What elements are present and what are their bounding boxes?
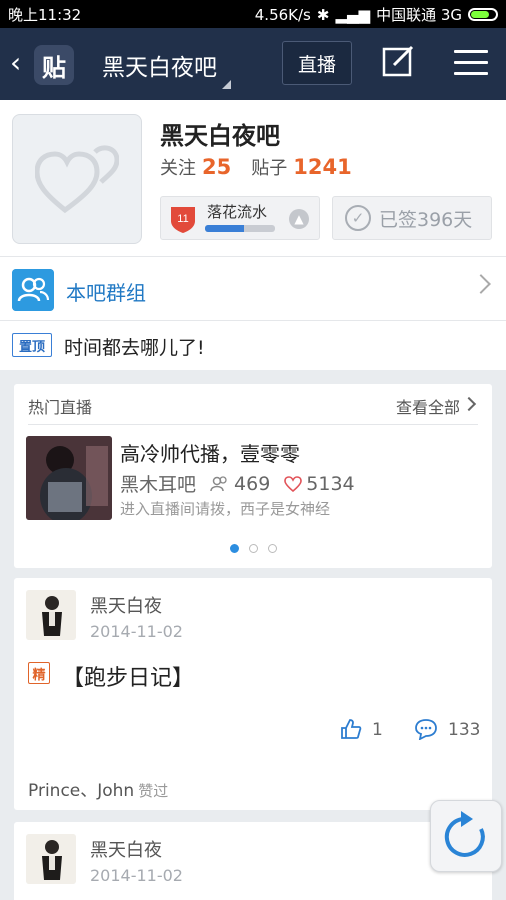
heart-placeholder-icon	[35, 145, 119, 214]
forum-group-row[interactable]: 本吧群组	[0, 256, 506, 320]
live-thumbnail[interactable]	[26, 436, 112, 520]
thumbs-up-icon[interactable]	[340, 718, 362, 740]
carousel-dot[interactable]	[230, 544, 239, 553]
network-speed: 4.56K/s	[254, 5, 311, 24]
likes: 5134	[284, 472, 355, 495]
posts-count: 1241	[293, 155, 352, 179]
liker-names[interactable]: Prince、John	[28, 781, 134, 801]
page-title[interactable]: 黑天白夜吧	[102, 48, 217, 82]
viewers: 469	[210, 473, 270, 495]
live-button[interactable]: 直播	[282, 41, 352, 85]
viewer-count: 469	[234, 472, 271, 495]
view-all-link[interactable]: 查看全部	[396, 394, 460, 418]
post-reply-count: 133	[448, 720, 481, 740]
carrier-name: 中国联通 3G	[376, 6, 462, 24]
sign-in-button[interactable]: ✓ 已签396天	[332, 196, 492, 240]
posts-label: 贴子	[251, 158, 288, 179]
chevron-right-icon	[471, 274, 491, 294]
tieba-logo-icon[interactable]: 贴	[34, 45, 74, 85]
follow-count: 25	[202, 155, 232, 179]
like-count: 5134	[306, 472, 355, 495]
live-description: 进入直播间请拨，西子是女神经	[120, 500, 331, 518]
post-author[interactable]: 黑天白夜	[90, 836, 162, 862]
level-progress-fill	[205, 225, 244, 232]
level-progress-bar	[205, 225, 275, 232]
check-icon: ✓	[345, 205, 371, 231]
chevron-right-icon	[461, 396, 477, 412]
back-icon[interactable]: ‹	[10, 46, 21, 79]
user-avatar[interactable]	[26, 590, 76, 640]
viewers-icon	[210, 475, 227, 491]
carousel-dot[interactable]	[249, 544, 258, 553]
hot-live-heading: 热门直播	[28, 398, 93, 417]
bluetooth-icon: ✱	[316, 5, 330, 24]
forum-name: 黑天白夜吧	[160, 122, 280, 150]
dropdown-corner-icon	[222, 80, 231, 89]
forum-header: 黑天白夜吧 关注 25 贴子 1241 11 落花流水 ▲ ✓ 已签396天	[0, 100, 506, 256]
forum-stats: 关注 25 贴子 1241	[160, 154, 372, 180]
carousel-dot[interactable]	[268, 544, 277, 553]
level-number: 11	[177, 213, 188, 225]
group-label: 本吧群组	[66, 281, 146, 305]
level-name: 落花流水	[207, 203, 268, 221]
pinned-post[interactable]: 置顶 时间都去哪儿了!	[0, 320, 506, 370]
divider	[28, 424, 478, 425]
live-bar-name: 黑木耳吧	[120, 474, 197, 496]
follow-label: 关注	[160, 158, 196, 179]
level-shield-icon: 11	[171, 207, 195, 233]
user-avatar[interactable]	[26, 834, 76, 884]
live-title[interactable]: 高冷帅代播，壹零零	[120, 438, 300, 467]
post-author[interactable]: 黑天白夜	[90, 592, 162, 618]
status-time: 晚上11:32	[8, 6, 82, 24]
battery-icon	[468, 8, 498, 21]
menu-icon[interactable]	[454, 50, 488, 76]
signed-days: 已签396天	[379, 208, 473, 231]
status-right: 4.56K/s ✱ ▂▄▆ 中国联通 3G	[255, 4, 498, 25]
signal-icon: ▂▄▆	[335, 5, 371, 24]
pinned-title: 时间都去哪儿了!	[64, 337, 205, 359]
member-level[interactable]: 11 落花流水 ▲	[160, 196, 320, 240]
title-bar: ‹ 贴 黑天白夜吧 直播	[0, 28, 506, 100]
post-date: 2014-11-02	[90, 866, 183, 885]
refresh-icon	[444, 811, 485, 857]
forum-avatar[interactable]	[12, 114, 142, 244]
post-date: 2014-11-02	[90, 622, 183, 641]
thread-card[interactable]: 黑天白夜 2014-11-02	[14, 822, 492, 900]
post-likers: Prince、John 赞过	[28, 776, 168, 801]
live-meta: 黑木耳吧 469 5134	[120, 470, 355, 497]
thread-card[interactable]: 黑天白夜 2014-11-02 精 【跑步日记】 1 133 Prince、Jo…	[14, 578, 492, 810]
heart-icon	[284, 475, 303, 492]
reply-bubble-icon[interactable]	[414, 718, 438, 740]
rocket-icon[interactable]: ▲	[289, 209, 309, 229]
edit-post-icon[interactable]	[382, 45, 414, 77]
featured-badge: 精	[28, 662, 50, 684]
refresh-button[interactable]	[430, 800, 502, 872]
carousel-dots	[230, 544, 277, 553]
post-title[interactable]: 【跑步日记】	[62, 660, 194, 692]
hot-live-card: 热门直播 查看全部 高冷帅代播，壹零零 黑木耳吧 469 5134 进入直播间请…	[14, 384, 492, 568]
liked-suffix: 赞过	[138, 782, 169, 800]
pinned-badge: 置顶	[12, 333, 52, 357]
status-bar: 晚上11:32 4.56K/s ✱ ▂▄▆ 中国联通 3G	[0, 0, 506, 28]
post-like-count: 1	[372, 720, 383, 740]
group-icon	[12, 269, 54, 311]
